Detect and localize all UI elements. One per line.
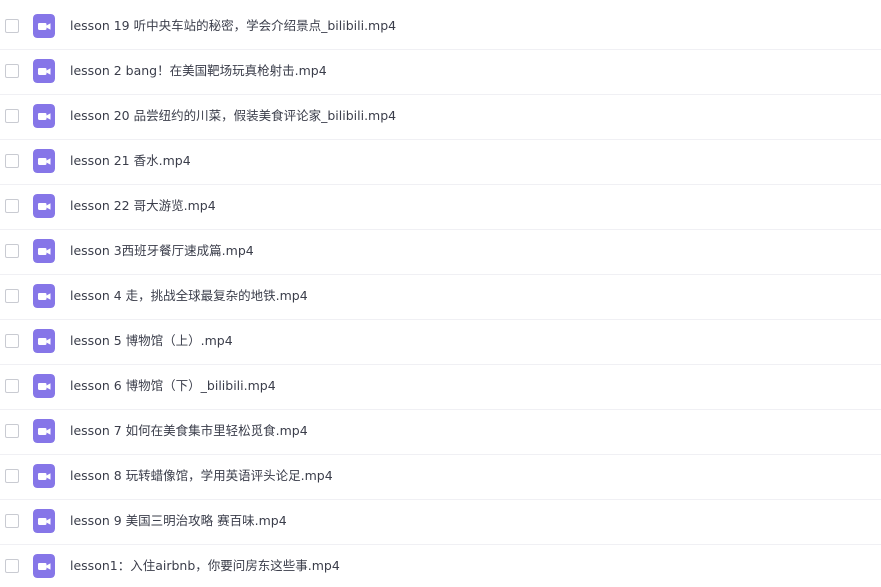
video-file-icon xyxy=(33,14,55,38)
file-name[interactable]: lesson 6 博物馆（下）_bilibili.mp4 xyxy=(70,377,276,395)
file-name[interactable]: lesson 22 哥大游览.mp4 xyxy=(70,197,216,215)
file-row[interactable]: lesson 4 走，挑战全球最复杂的地铁.mp4 xyxy=(0,275,881,320)
file-name[interactable]: lesson1：入住airbnb，你要问房东这些事.mp4 xyxy=(70,557,340,575)
row-checkbox[interactable] xyxy=(5,289,19,303)
file-row[interactable]: lesson 7 如何在美食集市里轻松觅食.mp4 xyxy=(0,410,881,455)
file-name[interactable]: lesson 8 玩转蜡像馆，学用英语评头论足.mp4 xyxy=(70,467,333,485)
file-name[interactable]: lesson 20 品尝纽约的川菜，假装美食评论家_bilibili.mp4 xyxy=(70,107,396,125)
file-name[interactable]: lesson 9 美国三明治攻略 赛百味.mp4 xyxy=(70,512,287,530)
row-checkbox[interactable] xyxy=(5,424,19,438)
file-row[interactable]: lesson 22 哥大游览.mp4 xyxy=(0,185,881,230)
video-file-icon xyxy=(33,419,55,443)
row-checkbox[interactable] xyxy=(5,19,19,33)
row-checkbox[interactable] xyxy=(5,379,19,393)
file-list: lesson 19 听中央车站的秘密，学会介绍景点_bilibili.mp4 l… xyxy=(0,0,881,587)
file-row[interactable]: lesson 6 博物馆（下）_bilibili.mp4 xyxy=(0,365,881,410)
file-name[interactable]: lesson 19 听中央车站的秘密，学会介绍景点_bilibili.mp4 xyxy=(70,17,396,35)
video-file-icon xyxy=(33,104,55,128)
video-file-icon xyxy=(33,284,55,308)
row-checkbox[interactable] xyxy=(5,514,19,528)
row-checkbox[interactable] xyxy=(5,154,19,168)
file-row[interactable]: lesson 5 博物馆（上）.mp4 xyxy=(0,320,881,365)
video-file-icon xyxy=(33,59,55,83)
video-file-icon xyxy=(33,239,55,263)
file-row[interactable]: lesson 2 bang！在美国靶场玩真枪射击.mp4 xyxy=(0,50,881,95)
video-file-icon xyxy=(33,194,55,218)
video-file-icon xyxy=(33,374,55,398)
video-file-icon xyxy=(33,464,55,488)
file-name[interactable]: lesson 3西班牙餐厅速成篇.mp4 xyxy=(70,242,254,260)
row-checkbox[interactable] xyxy=(5,559,19,573)
file-row[interactable]: lesson 9 美国三明治攻略 赛百味.mp4 xyxy=(0,500,881,545)
file-row[interactable]: lesson 19 听中央车站的秘密，学会介绍景点_bilibili.mp4 xyxy=(0,5,881,50)
video-file-icon xyxy=(33,329,55,353)
row-checkbox[interactable] xyxy=(5,244,19,258)
file-row[interactable]: lesson 21 香水.mp4 xyxy=(0,140,881,185)
file-row[interactable]: lesson 20 品尝纽约的川菜，假装美食评论家_bilibili.mp4 xyxy=(0,95,881,140)
file-name[interactable]: lesson 4 走，挑战全球最复杂的地铁.mp4 xyxy=(70,287,308,305)
row-checkbox[interactable] xyxy=(5,109,19,123)
video-file-icon xyxy=(33,554,55,578)
file-name[interactable]: lesson 2 bang！在美国靶场玩真枪射击.mp4 xyxy=(70,62,327,80)
video-file-icon xyxy=(33,149,55,173)
video-file-icon xyxy=(33,509,55,533)
file-row[interactable]: lesson 3西班牙餐厅速成篇.mp4 xyxy=(0,230,881,275)
file-row[interactable]: lesson1：入住airbnb，你要问房东这些事.mp4 xyxy=(0,545,881,587)
row-checkbox[interactable] xyxy=(5,334,19,348)
file-row[interactable]: lesson 8 玩转蜡像馆，学用英语评头论足.mp4 xyxy=(0,455,881,500)
file-name[interactable]: lesson 7 如何在美食集市里轻松觅食.mp4 xyxy=(70,422,308,440)
file-name[interactable]: lesson 21 香水.mp4 xyxy=(70,152,191,170)
file-name[interactable]: lesson 5 博物馆（上）.mp4 xyxy=(70,332,233,350)
row-checkbox[interactable] xyxy=(5,64,19,78)
row-checkbox[interactable] xyxy=(5,469,19,483)
row-checkbox[interactable] xyxy=(5,199,19,213)
